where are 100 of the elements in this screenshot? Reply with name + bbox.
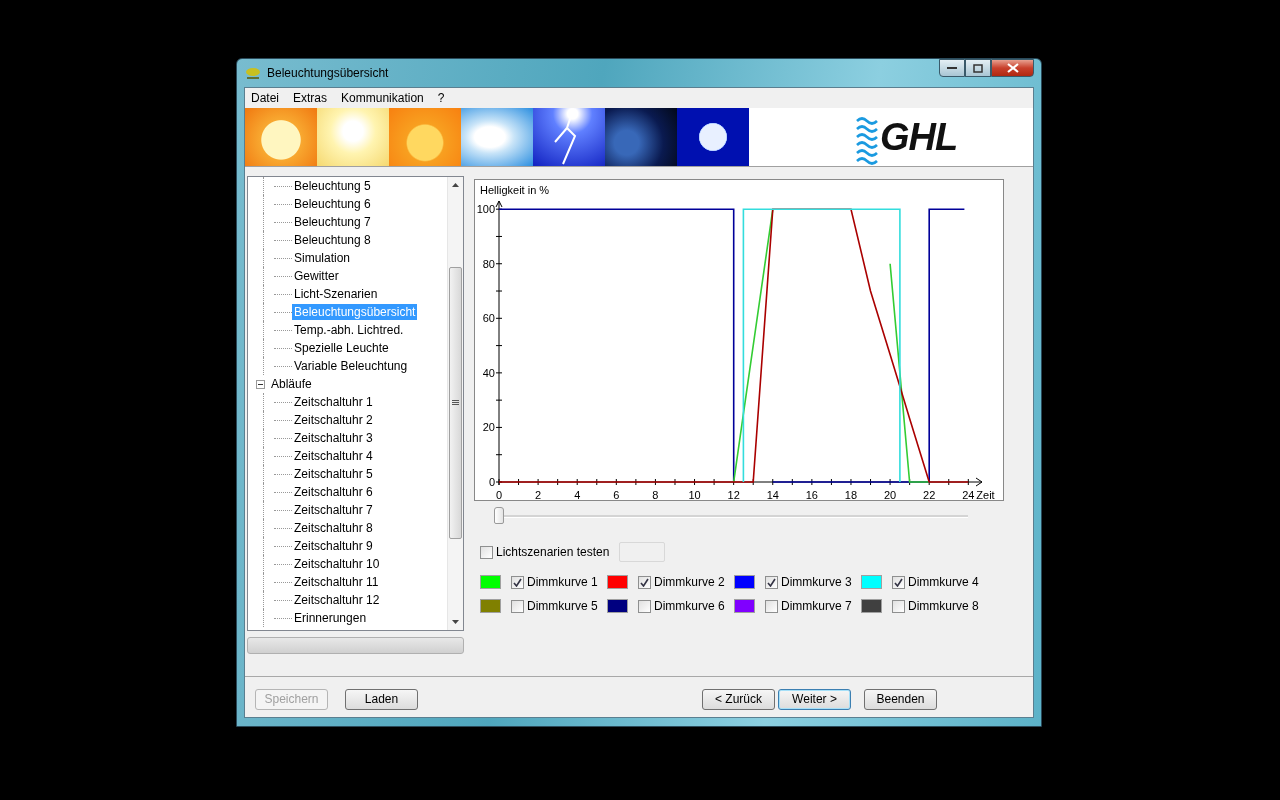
sun-drawing [389, 108, 461, 166]
checkbox-label: Dimmkurve 4 [908, 575, 979, 589]
checkbox-label: Dimmkurve 1 [527, 575, 598, 589]
moon-drawing [677, 108, 749, 166]
maximize-icon [973, 63, 983, 73]
close-button[interactable] [991, 59, 1034, 77]
scroll-down-icon[interactable] [452, 620, 459, 624]
y-tick-label: 100 [476, 203, 495, 216]
color-swatch[interactable] [480, 599, 501, 613]
dialog-button[interactable]: Beenden [864, 688, 937, 710]
tree-item[interactable]: Beleuchtung 6 [292, 196, 373, 212]
checkbox[interactable] [638, 575, 651, 589]
dialog-button[interactable]: Weiter > [778, 688, 851, 710]
minimize-button[interactable] [939, 59, 965, 77]
x-tick-label: 10 [688, 489, 701, 501]
checkbox[interactable] [892, 575, 905, 589]
menu-item[interactable]: Kommunikation [341, 91, 424, 105]
x-axis-label: Zeit [976, 489, 995, 501]
color-swatch[interactable] [607, 575, 628, 589]
tree-item[interactable]: Zeitschaltuhr 2 [292, 412, 375, 428]
tree-item[interactable]: Zeitschaltuhr 9 [292, 538, 375, 554]
checkbox-label: Dimmkurve 7 [781, 599, 852, 613]
checkbox-label: Dimmkurve 2 [654, 575, 725, 589]
slider-thumb[interactable] [494, 507, 504, 524]
checkbox[interactable] [511, 575, 524, 589]
checkbox[interactable] [765, 599, 778, 613]
x-tick-label: 24 [962, 489, 975, 501]
color-swatch[interactable] [480, 575, 501, 589]
x-tick-label: 0 [495, 489, 503, 501]
x-tick-label: 20 [883, 489, 897, 501]
tree-item[interactable]: Zeitschaltuhr 5 [292, 466, 375, 482]
x-tick-label: 18 [844, 489, 858, 501]
dialog-button[interactable]: Laden [345, 688, 418, 710]
tree-item[interactable]: Zeitschaltuhr 7 [292, 502, 375, 518]
color-swatch[interactable] [607, 599, 628, 613]
maximize-button[interactable] [965, 59, 991, 77]
tree-item[interactable]: Zeitschaltuhr 10 [292, 556, 382, 572]
grip-icon [452, 400, 459, 406]
color-swatch[interactable] [861, 575, 882, 589]
tree-item[interactable]: Zeitschaltuhr 6 [292, 484, 375, 500]
color-swatch[interactable] [861, 599, 882, 613]
tree-item[interactable]: Licht-Szenarien [292, 286, 380, 302]
menu-item[interactable]: ? [437, 91, 445, 105]
tree-item[interactable]: Beleuchtung 5 [292, 178, 373, 194]
y-tick-label: 80 [482, 257, 495, 270]
tree-item[interactable]: Temp.-abh. Lichtred. [292, 322, 406, 338]
tree-item[interactable]: Zeitschaltuhr 1 [292, 394, 375, 410]
dialog-button[interactable]: < Zurück [702, 688, 775, 710]
checkbox-label: Dimmkurve 6 [654, 599, 725, 613]
lightning-drawing [533, 108, 605, 166]
tree-item[interactable]: Beleuchtung 7 [292, 214, 373, 230]
x-tick-label: 2 [535, 489, 542, 501]
menu-item[interactable]: Extras [293, 91, 328, 105]
window-title: Beleuchtungsübersicht [267, 66, 389, 80]
x-tick-label: 8 [652, 489, 659, 501]
tree-item[interactable]: Gewitter [292, 268, 341, 284]
tree-item[interactable]: Simulation [292, 250, 353, 266]
checkbox-label: Lichtszenarien testen [496, 545, 610, 559]
tree-item[interactable]: Erinnerungen [292, 610, 369, 626]
tree-item[interactable]: Zeitschaltuhr 8 [292, 520, 375, 536]
checkbox[interactable] [892, 599, 905, 613]
tree-item[interactable]: Zeitschaltuhr 3 [292, 430, 375, 446]
x-tick-label: 12 [727, 489, 740, 501]
tree-item[interactable]: Zeitschaltuhr 4 [292, 448, 375, 464]
checkbox[interactable] [638, 599, 651, 613]
y-tick-label: 60 [482, 312, 495, 325]
menu-item[interactable]: Datei [251, 91, 279, 105]
app-icon [245, 66, 261, 80]
sun-drawing [317, 108, 389, 166]
color-swatch[interactable] [734, 575, 755, 589]
tree-item[interactable]: Zeitschaltuhr 11 [292, 574, 381, 590]
close-icon [1006, 63, 1019, 73]
input-field[interactable] [619, 542, 666, 562]
sun-drawing [245, 108, 317, 166]
y-tick-label: 0 [488, 476, 495, 488]
tree-item[interactable]: Spezielle Leuchte [292, 340, 391, 356]
chart-title: Helligkeit in % [480, 184, 550, 196]
color-swatch[interactable] [734, 599, 755, 613]
x-tick-label: 6 [613, 489, 620, 501]
scroll-up-icon[interactable] [452, 183, 459, 187]
x-tick-label: 22 [923, 489, 936, 501]
tree-item[interactable]: Variable Beleuchtung [292, 358, 410, 374]
y-tick-label: 20 [482, 421, 495, 434]
checkbox[interactable] [765, 575, 778, 589]
tree-item[interactable]: Zeitschaltuhr 12 [292, 592, 382, 608]
collapse-icon[interactable] [256, 379, 265, 389]
clouds-drawing [461, 108, 533, 166]
logo-text: GHL [879, 117, 958, 157]
checkbox-label: Dimmkurve 8 [908, 599, 979, 613]
vertical-scrollbar[interactable] [447, 177, 463, 630]
checkbox[interactable] [480, 545, 493, 559]
night-sky-drawing [605, 108, 677, 166]
tree-item[interactable]: Abläufe [269, 376, 314, 392]
checkbox-label: Dimmkurve 5 [527, 599, 598, 613]
tree-item[interactable]: Beleuchtung 8 [292, 232, 373, 248]
checkbox[interactable] [511, 599, 524, 613]
x-tick-label: 16 [805, 489, 818, 501]
y-tick-label: 40 [482, 366, 495, 379]
checkbox-label: Dimmkurve 3 [781, 575, 852, 589]
x-tick-label: 4 [574, 489, 581, 501]
